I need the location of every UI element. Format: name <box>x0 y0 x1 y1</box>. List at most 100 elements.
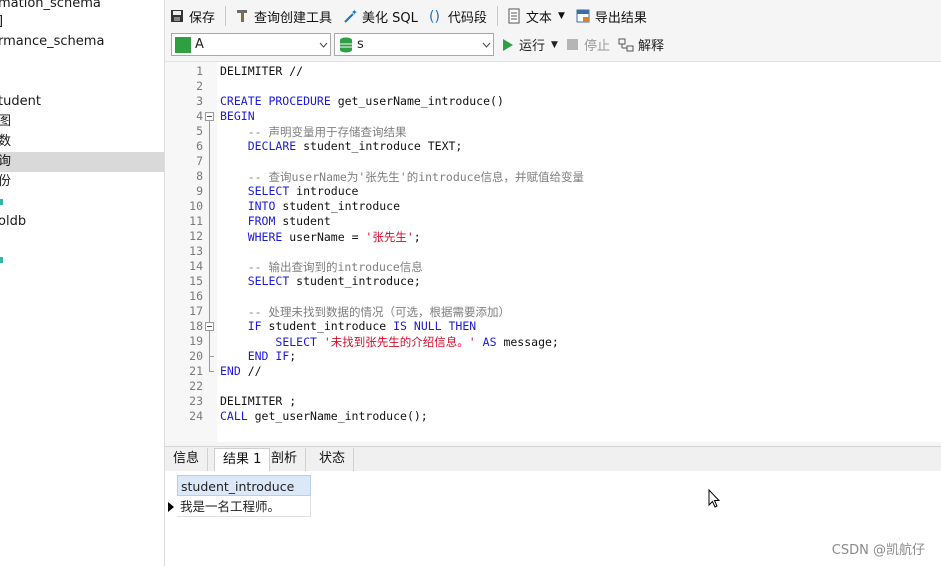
sql-string: '未找到张先生的介绍信息。' <box>323 335 476 349</box>
magic-wand-icon: ✦ <box>342 8 358 24</box>
query-builder-icon <box>234 8 250 24</box>
fold-guide <box>209 121 210 371</box>
connection-icon <box>175 36 191 53</box>
tree-item-information-schema[interactable]: mation_schema <box>0 0 103 14</box>
explain-label: 解释 <box>638 39 665 54</box>
tree-item-queries[interactable]: 询 <box>0 152 164 172</box>
line-number: 8 <box>196 169 203 183</box>
watermark-text: CSDN @凯航仔 <box>831 543 925 558</box>
tab-info[interactable]: 信息 <box>165 448 209 471</box>
document-icon <box>506 8 522 24</box>
beautify-sql-button[interactable]: ✦ 美化 SQL <box>338 4 422 28</box>
sql-keyword: DECLARE <box>247 139 297 153</box>
sql-text: get_userName_introduce() <box>330 94 504 108</box>
line-number-gutter: 1 2 3 4 5 6 7 8 9 10 11 12 13 14 15 16 17 18 19 20 21 22 23 24 <box>165 62 217 442</box>
table-cell[interactable]: 我是一名工程师。 <box>177 496 311 517</box>
main-toolbar: 保存 查询创建工具 ✦ 美化 SQL () 代码段 文本 ▼ 导出结果 <box>165 0 941 32</box>
sql-text: student_introduce TEXT; <box>296 139 463 153</box>
tab-label: 结果 1 <box>223 452 262 467</box>
row-indicator[interactable] <box>165 497 177 517</box>
text-mode-label: 文本 <box>525 10 552 26</box>
line-number: 17 <box>189 304 203 318</box>
line-number: 10 <box>189 199 203 213</box>
tab-profile[interactable]: 剖析 <box>263 448 307 471</box>
sql-keyword: CALL <box>220 409 248 423</box>
tree-item-performance-schema[interactable]: rmance_schema <box>0 32 106 52</box>
explain-button[interactable]: 解释 <box>618 33 664 56</box>
tree-item-label: ] <box>0 14 3 29</box>
column-header[interactable]: student_introduce <box>177 475 311 496</box>
save-button[interactable]: 保存 <box>165 4 219 28</box>
chevron-down-icon: ▼ <box>551 39 558 50</box>
tree-item-backups[interactable]: 份 <box>0 172 13 192</box>
connection-select[interactable]: A <box>171 33 331 56</box>
tree-item-mysql[interactable]: ] <box>0 12 5 32</box>
fold-toggle-icon[interactable] <box>205 112 214 121</box>
code-line: DECLARE student_introduce TEXT; <box>220 139 463 153</box>
sql-keyword: IS NULL THEN <box>393 319 477 333</box>
code-snippet-label: 代码段 <box>447 10 487 26</box>
tree-item-student[interactable]: tudent <box>0 92 43 112</box>
sql-comment: -- 声明变量用于存储查询结果 <box>220 125 407 139</box>
tree-item-db[interactable]: oldb <box>0 212 28 232</box>
chevron-down-icon: ▼ <box>557 11 565 21</box>
sql-string: '张先生' <box>365 230 414 244</box>
save-label: 保存 <box>189 10 216 26</box>
sql-keyword: END IF <box>247 349 290 363</box>
database-icon <box>339 37 353 53</box>
tab-label: 信息 <box>173 451 200 466</box>
code-line: SELECT '未找到张先生的介绍信息。' AS message; <box>220 334 558 350</box>
line-number: 7 <box>196 154 203 168</box>
sql-comment: -- 输出查询到的introduce信息 <box>220 260 423 274</box>
query-builder-label: 查询创建工具 <box>254 10 333 26</box>
text-mode-button[interactable]: 文本 ▼ <box>502 4 569 28</box>
fold-guide-end <box>209 371 214 372</box>
tree-item-label: 份 <box>0 174 11 189</box>
code-snippet-icon: () <box>428 8 444 25</box>
line-number: 18 <box>189 319 203 333</box>
tab-result-1[interactable]: 结果 1 <box>214 448 271 473</box>
code-line: DELIMITER ; <box>220 394 296 408</box>
code-line: CREATE PROCEDURE get_userName_introduce(… <box>220 94 504 108</box>
sql-comment: -- 处理未找到数据的情况（可选，根据需要添加） <box>220 305 510 319</box>
toolbar-divider <box>225 6 227 26</box>
export-results-button[interactable]: 导出结果 <box>571 4 651 28</box>
tree-indicator-icon <box>0 199 3 205</box>
line-number: 13 <box>189 244 203 258</box>
code-line: -- 查询userName为'张先生'的introduce信息，并赋值给变量 <box>220 169 584 185</box>
tab-label: 剖析 <box>271 451 298 466</box>
line-number: 4 <box>196 109 203 123</box>
query-options-bar: A s 运行 ▼ 停止 解释 <box>165 33 941 59</box>
tree-item-label: tudent <box>0 94 41 109</box>
tab-status[interactable]: 状态 <box>311 448 355 471</box>
sql-keyword: AS <box>482 335 497 349</box>
tree-item-views[interactable]: 图 <box>0 112 13 132</box>
stop-button[interactable]: 停止 <box>567 33 610 56</box>
run-button[interactable]: 运行 ▼ <box>503 33 558 56</box>
code-line: -- 输出查询到的introduce信息 <box>220 259 423 275</box>
line-number: 21 <box>189 364 203 378</box>
fold-toggle-icon[interactable] <box>205 322 214 331</box>
sql-text: ; <box>413 230 421 244</box>
sql-editor[interactable]: 1 2 3 4 5 6 7 8 9 10 11 12 13 14 15 16 17 18 19 20 21 22 23 24 … <box>165 61 941 442</box>
code-line: FROM student <box>220 214 331 228</box>
line-number: 12 <box>189 229 203 243</box>
query-editor-panel: 保存 查询创建工具 ✦ 美化 SQL () 代码段 文本 ▼ 导出结果 A s … <box>165 0 941 566</box>
save-icon <box>169 8 185 24</box>
sql-text: introduce <box>289 184 359 198</box>
database-select[interactable]: s <box>334 33 494 56</box>
chevron-down-icon <box>316 34 330 55</box>
connection-value: A <box>195 37 204 52</box>
svg-text:✦: ✦ <box>351 8 358 17</box>
sql-text: student_introduce <box>275 199 401 213</box>
tree-item-functions[interactable]: 数 <box>0 132 13 152</box>
code-line: INTO student_introduce <box>220 199 400 213</box>
query-builder-button[interactable]: 查询创建工具 <box>230 4 336 28</box>
code-snippet-button[interactable]: () 代码段 <box>424 4 491 28</box>
explain-icon <box>618 37 634 53</box>
sql-text: student <box>275 214 331 228</box>
svg-text:(): () <box>429 9 440 24</box>
